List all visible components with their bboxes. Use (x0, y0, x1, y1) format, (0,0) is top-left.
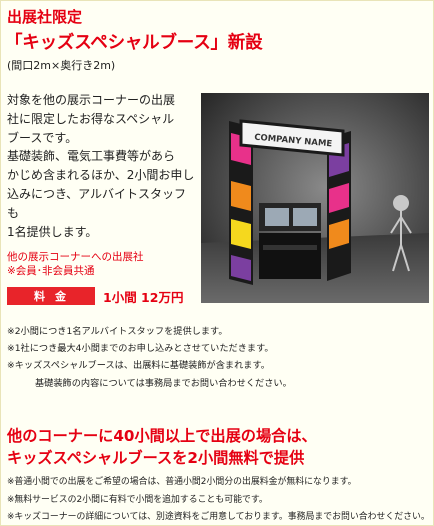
description-line: かじめ含まれるほか、2小間お申し (7, 168, 195, 183)
description-line: 1名提供します。 (7, 224, 98, 239)
target-line: 他の展示コーナーへの出展社 (7, 251, 144, 263)
target-line: ※会員･非会員共通 (7, 265, 95, 277)
target-exhibitors: 他の展示コーナーへの出展社 ※会員･非会員共通 (7, 250, 144, 278)
panel-yellow-l (231, 219, 251, 249)
description-line: 社に限定したお得なスペシャル (7, 111, 175, 126)
description-line: ブースです。 (7, 130, 78, 145)
note-item: ※キッズコーナーの詳細については、別途資料をご用意しております。事務局までお問い… (7, 512, 430, 523)
free-booth-promo: 他のコーナーに40小間以上で出展の場合は、 キッズスペシャルブースを2小間無料で… (7, 425, 317, 469)
note-item: ※普通小間での出展をご希望の場合は、普通小間2小間分の出展料金が無料になります。 (7, 477, 357, 487)
panel-orange-l (231, 181, 251, 211)
note-item: ※キッズスペシャルブースは、出展料に基礎装飾が含まれます。 (7, 360, 270, 372)
booth-rendering-image: COMPANY NAME (201, 93, 429, 303)
promo-line: 他のコーナーに40小間以上で出展の場合は、 (7, 427, 317, 445)
note-item: ※2小間につき1名アルバイトスタッフを提供します。 (7, 326, 228, 337)
description-line: 基礎装飾、電気工事費等があら (7, 149, 176, 164)
note-item: ※無料サービスの2小間に有料で小間を追加することも可能です。 (7, 494, 268, 505)
note-item: 基礎装飾の内容については事務局までお問い合わせください。 (35, 377, 292, 389)
promo-notes: ※普通小間での出展をご希望の場合は、普通小間2小間分の出展料金が無料になります。… (7, 474, 433, 525)
description-line: 対象を他の展示コーナーの出展 (7, 93, 176, 107)
booth-notes: ※2小間につき1名アルバイトスタッフを提供します。 ※1社につき最大4小間までの… (7, 323, 431, 392)
exhibitor-only-heading: 出展社限定 (7, 8, 83, 26)
description-line: 込みにつき、アルバイトスタッフも (7, 186, 187, 220)
price-value: 1小間 12万円 (103, 289, 184, 305)
price-row: 料金 1小間 12万円 (7, 287, 183, 305)
booth-size-note: (間口2m×奥行き2m) (7, 59, 116, 72)
booth-description: 対象を他の展示コーナーの出展 社に限定したお得なスペシャル ブースです。 基礎装… (7, 91, 197, 241)
price-label: 料金 (7, 287, 95, 305)
kids-special-booth-title: 「キッズスペシャルブース」新設 (5, 33, 263, 53)
note-item: ※1社につき最大4小間までのお申し込みとさせていただきます。 (7, 343, 274, 355)
kids-booth-info-card: 出展社限定 「キッズスペシャルブース」新設 (間口2m×奥行き2m) 対象を他の… (0, 0, 434, 526)
promo-line: キッズスペシャルブースを2小間無料で提供 (7, 449, 305, 467)
